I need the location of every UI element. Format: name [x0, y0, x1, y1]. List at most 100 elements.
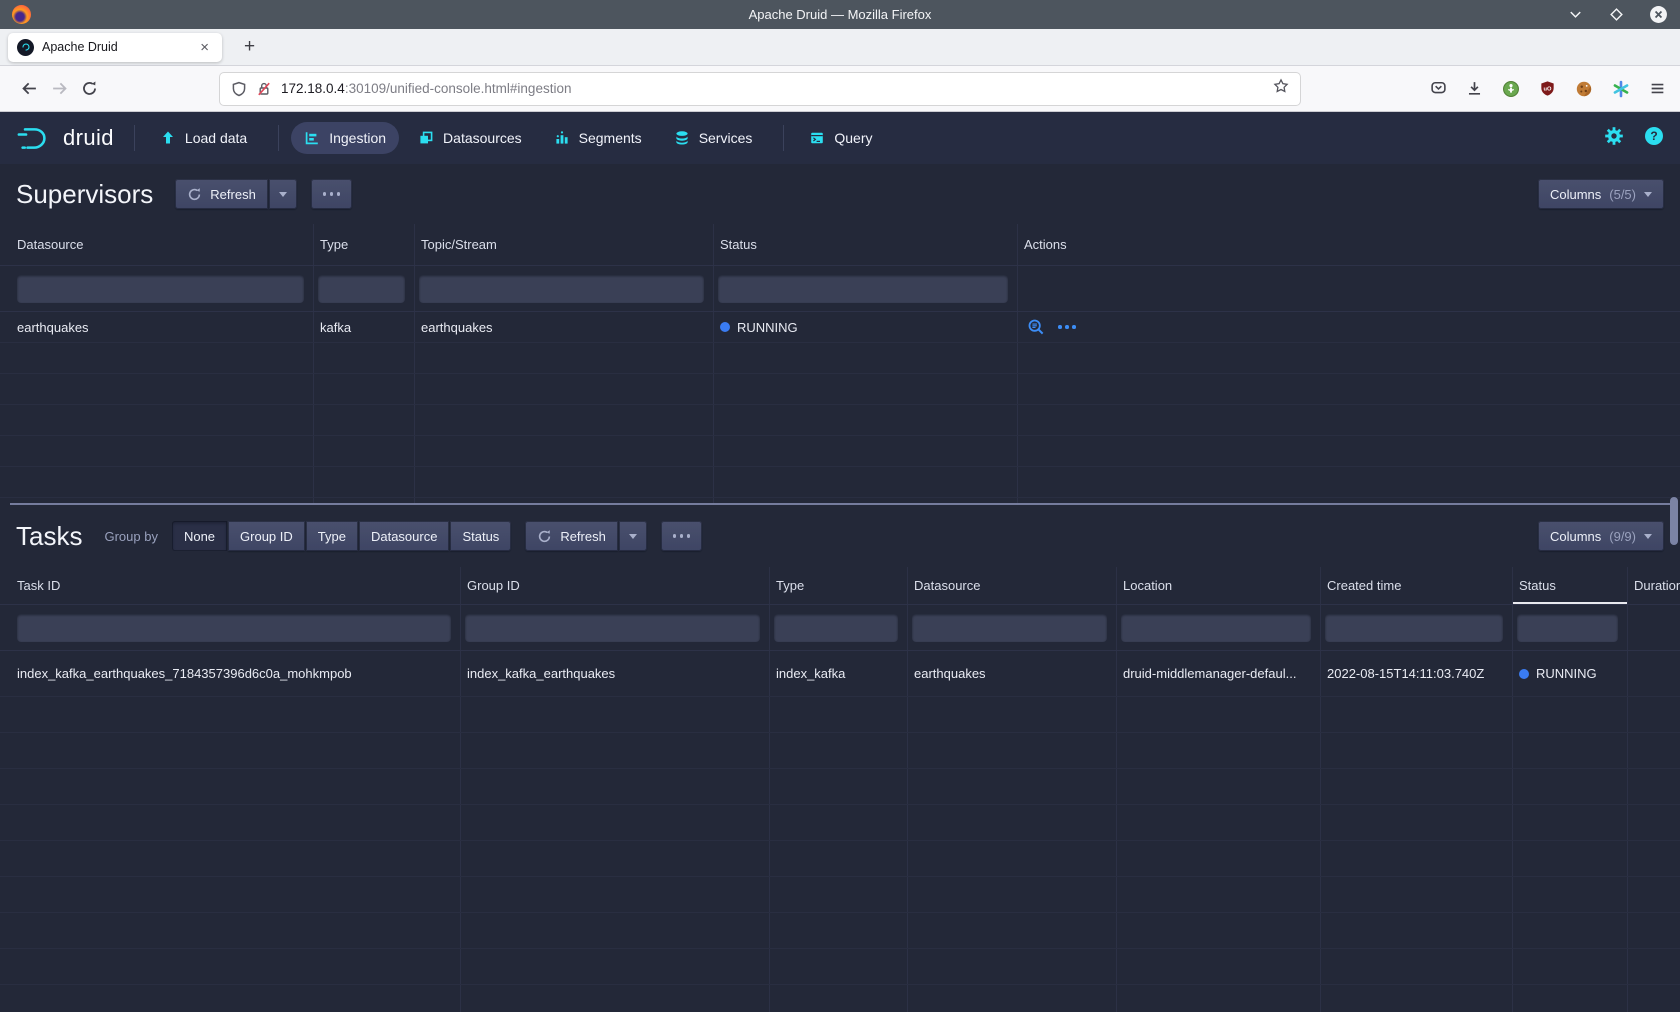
- supervisor-actions: [1018, 312, 1680, 342]
- filter-task-id-input[interactable]: [17, 614, 451, 642]
- col-header-task-id[interactable]: Task ID: [0, 567, 461, 604]
- druid-favicon-icon: [17, 39, 34, 56]
- asterisk-extension-icon[interactable]: [1612, 80, 1630, 98]
- group-by-datasource-button[interactable]: Datasource: [359, 521, 449, 551]
- nav-item-datasources[interactable]: Datasources: [405, 122, 535, 154]
- nav-item-query[interactable]: Query: [796, 122, 885, 154]
- group-by-group-id-button[interactable]: Group ID: [228, 521, 305, 551]
- filter-datasource-input[interactable]: [17, 275, 304, 303]
- nav-item-services[interactable]: Services: [661, 122, 766, 154]
- scrollbar-thumb[interactable]: [1670, 497, 1678, 545]
- new-tab-button[interactable]: +: [236, 36, 263, 58]
- col-header-group-id[interactable]: Group ID: [461, 567, 770, 604]
- supervisor-topic: earthquakes: [415, 312, 714, 342]
- window-maximize-button[interactable]: [1608, 6, 1625, 23]
- supervisors-refresh-button[interactable]: Refresh: [175, 179, 268, 209]
- tasks-refresh-button[interactable]: Refresh: [525, 521, 618, 551]
- settings-gear-icon[interactable]: [1604, 126, 1624, 151]
- reload-button[interactable]: [74, 74, 104, 104]
- browser-toolbar: 172.18.0.4:30109/unified-console.html#in…: [0, 66, 1680, 112]
- tasks-refresh-dropdown-button[interactable]: [619, 521, 647, 551]
- menu-hamburger-icon[interactable]: [1649, 80, 1666, 97]
- tracking-shield-icon[interactable]: [231, 81, 247, 97]
- url-text[interactable]: 172.18.0.4:30109/unified-console.html#in…: [281, 81, 571, 96]
- supervisor-row[interactable]: earthquakes kafka earthquakes RUNNING: [0, 312, 1680, 343]
- more-icon: [673, 534, 691, 538]
- bookmark-star-icon[interactable]: [1273, 78, 1289, 99]
- group-by-status-button[interactable]: Status: [450, 521, 511, 551]
- empty-row: [0, 985, 1680, 1012]
- filter-topic-stream-input[interactable]: [419, 275, 704, 303]
- more-icon: [323, 192, 341, 196]
- pocket-icon[interactable]: [1430, 80, 1447, 97]
- caret-down-icon: [1644, 534, 1652, 539]
- empty-row: [0, 841, 1680, 877]
- supervisors-more-button[interactable]: [311, 179, 353, 209]
- nav-item-load-data[interactable]: Load data: [147, 122, 260, 154]
- task-type: index_kafka: [770, 651, 908, 696]
- col-header-datasource[interactable]: Datasource: [908, 567, 1117, 604]
- empty-row: [0, 949, 1680, 985]
- col-header-type[interactable]: Type: [314, 224, 415, 265]
- col-header-status[interactable]: Status: [714, 224, 1018, 265]
- url-bar[interactable]: 172.18.0.4:30109/unified-console.html#in…: [220, 73, 1300, 105]
- cookie-extension-icon[interactable]: [1575, 80, 1593, 98]
- col-header-duration[interactable]: Duration: [1628, 567, 1680, 604]
- forward-button[interactable]: [44, 74, 74, 104]
- filter-status-input[interactable]: [1517, 614, 1618, 642]
- browser-tab-apache-druid[interactable]: Apache Druid ×: [8, 33, 222, 62]
- nav-item-ingestion[interactable]: Ingestion: [291, 122, 399, 154]
- tasks-filter-row: [0, 605, 1680, 651]
- supervisors-refresh-dropdown-button[interactable]: [269, 179, 297, 209]
- empty-row: [0, 877, 1680, 913]
- supervisors-pane: Supervisors Refresh Columns (5/5): [0, 164, 1680, 503]
- druid-brand[interactable]: druid: [16, 125, 114, 151]
- svg-text:uO: uO: [1544, 86, 1552, 92]
- svg-text:?: ?: [1650, 129, 1657, 143]
- tasks-columns-button[interactable]: Columns (9/9): [1538, 521, 1664, 551]
- row-more-actions-icon[interactable]: [1058, 325, 1076, 329]
- tasks-empty-rows: [0, 697, 1680, 1012]
- url-host: 172.18.0.4: [281, 81, 345, 96]
- col-header-status-sorted[interactable]: Status: [1513, 567, 1628, 604]
- filter-location-input[interactable]: [1121, 614, 1311, 642]
- group-by-type-button[interactable]: Type: [306, 521, 358, 551]
- caret-down-icon: [279, 192, 287, 197]
- insecure-lock-icon[interactable]: [256, 81, 272, 97]
- filter-datasource-input[interactable]: [912, 614, 1107, 642]
- filter-type-input[interactable]: [774, 614, 898, 642]
- filter-created-time-input[interactable]: [1325, 614, 1503, 642]
- filter-status-input[interactable]: [718, 275, 1008, 303]
- supervisors-columns-button[interactable]: Columns (5/5): [1538, 179, 1664, 209]
- window-close-button[interactable]: [1649, 5, 1668, 24]
- supervisors-refresh-group: Refresh: [175, 179, 297, 209]
- filter-type-input[interactable]: [318, 275, 405, 303]
- tasks-more-button[interactable]: [661, 521, 703, 551]
- nav-item-segments[interactable]: Segments: [541, 122, 655, 154]
- supervisor-datasource: earthquakes: [0, 312, 314, 342]
- help-icon[interactable]: ?: [1644, 126, 1664, 151]
- window-minimize-button[interactable]: [1567, 6, 1584, 23]
- empty-row: [0, 405, 1680, 436]
- empty-row: [0, 374, 1680, 405]
- extension-green-icon[interactable]: [1502, 80, 1520, 98]
- task-datasource: earthquakes: [908, 651, 1117, 696]
- ublock-origin-icon[interactable]: uO: [1539, 80, 1556, 97]
- col-header-type[interactable]: Type: [770, 567, 908, 604]
- group-by-none-button[interactable]: None: [172, 521, 227, 551]
- filter-group-id-input[interactable]: [465, 614, 760, 642]
- tab-close-icon[interactable]: ×: [196, 38, 213, 57]
- col-header-created-time[interactable]: Created time: [1321, 567, 1513, 604]
- task-duration: [1628, 651, 1680, 696]
- task-row[interactable]: index_kafka_earthquakes_7184357396d6c0a_…: [0, 651, 1680, 697]
- col-header-location[interactable]: Location: [1117, 567, 1321, 604]
- col-header-topic-stream[interactable]: Topic/Stream: [415, 224, 714, 265]
- screen: Apache Druid — Mozilla Firefox Apache Dr…: [0, 0, 1680, 1012]
- col-header-datasource[interactable]: Datasource: [0, 224, 314, 265]
- downloads-icon[interactable]: [1466, 80, 1483, 97]
- empty-row: [0, 436, 1680, 467]
- view-details-magnifier-icon[interactable]: [1027, 318, 1045, 336]
- back-button[interactable]: [14, 74, 44, 104]
- supervisors-table-header: Datasource Type Topic/Stream Status Acti…: [0, 224, 1680, 266]
- supervisors-empty-rows: [0, 343, 1680, 503]
